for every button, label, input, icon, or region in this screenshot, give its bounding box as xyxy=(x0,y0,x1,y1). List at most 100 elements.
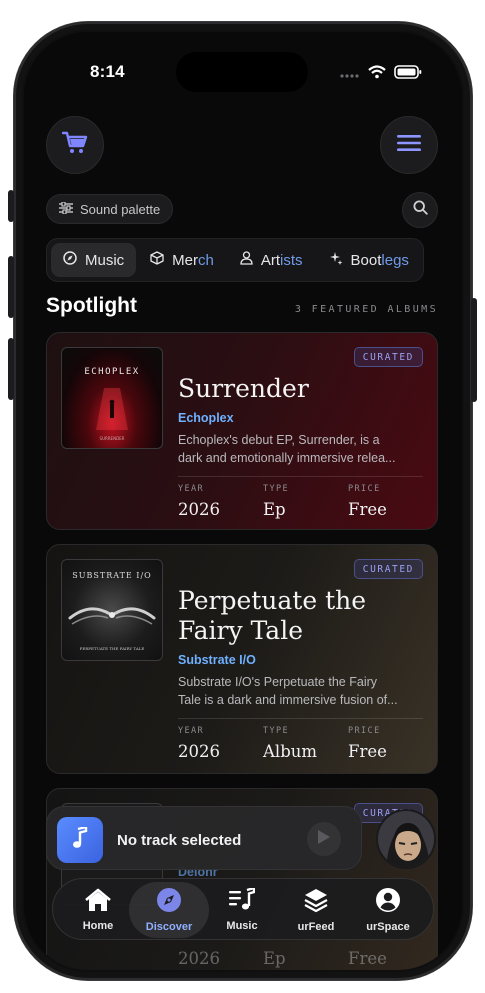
meta-year: 2026 xyxy=(178,943,220,968)
album-cover-surrender: ECHOPLEX SURRENDER xyxy=(61,347,163,449)
meta-label: TYPE xyxy=(263,726,290,736)
now-playing-text: No track selected xyxy=(117,832,242,849)
tab-discover[interactable]: Discover xyxy=(129,882,209,938)
sound-palette-label: Sound palette xyxy=(80,201,161,217)
meta-divider xyxy=(178,718,423,719)
music-list-icon xyxy=(229,886,256,917)
meta-price: Free xyxy=(348,943,387,968)
dynamic-island xyxy=(176,52,308,92)
meta-price: PRICE Free xyxy=(348,726,387,761)
battery-icon xyxy=(394,65,422,84)
desc-line: Substrate I/O's Perpetuate the Fairy xyxy=(178,675,378,689)
cart-button[interactable] xyxy=(46,116,104,174)
sparkle-icon xyxy=(329,251,343,269)
meta-value: 2026 xyxy=(178,500,220,519)
meta-value: Free xyxy=(348,742,387,761)
tab-urspace-label: urSpace xyxy=(366,921,410,933)
tab-urfeed[interactable]: urFeed xyxy=(279,879,353,941)
home-icon xyxy=(84,888,112,917)
album-cover-perpetuate: SUBSTRATE I/O PERPETUATE THE FAIRY TALE xyxy=(61,559,163,661)
tab-music-nav[interactable]: Music xyxy=(205,879,279,941)
tab-bootlegs-label: Bootlegs xyxy=(350,251,409,269)
phone-volume-down xyxy=(8,338,14,400)
sound-palette-button[interactable]: Sound palette xyxy=(46,194,174,224)
cover-logo-text: ECHOPLEX xyxy=(84,367,139,377)
signal-icon xyxy=(340,66,360,84)
tab-artists-label: Artists xyxy=(260,251,303,269)
compass-icon xyxy=(63,251,77,269)
meta-label: YEAR xyxy=(178,726,205,736)
meta-price: PRICE Free xyxy=(348,484,387,519)
desc-line: Tale is a dark and immersive fusion of..… xyxy=(178,693,398,707)
meta-divider xyxy=(178,476,423,477)
menu-icon xyxy=(397,134,421,156)
tab-merch[interactable]: Merch xyxy=(138,243,226,277)
album-card-surrender[interactable]: ECHOPLEX SURRENDER CURATED Surrender Ech… xyxy=(46,332,438,530)
box-icon xyxy=(150,251,164,269)
tab-music-label: Music xyxy=(85,251,125,269)
meta-value: Ep xyxy=(263,949,286,968)
meta-value: Free xyxy=(348,500,387,519)
desc-line: dark and emotionally immersive relea... xyxy=(178,451,396,465)
tab-urspace[interactable]: urSpace xyxy=(351,879,425,941)
cart-icon xyxy=(61,131,88,160)
album-description: Echoplex's debut EP, Surrender, is a dar… xyxy=(178,431,426,467)
tab-urfeed-label: urFeed xyxy=(297,921,335,933)
spotlight-title: Spotlight xyxy=(46,294,137,317)
meta-type: TYPE Ep xyxy=(263,484,289,519)
album-title: Perpetuate the Fairy Tale xyxy=(178,586,366,646)
tab-music[interactable]: Music xyxy=(51,243,137,277)
menu-button[interactable] xyxy=(380,116,438,174)
search-button[interactable] xyxy=(402,192,438,228)
app-screen: 8:14 Sound palette Music Merch Artists B… xyxy=(24,32,462,970)
curated-badge: CURATED xyxy=(353,347,423,367)
meta-value: Album xyxy=(263,742,318,761)
curated-badge: CURATED xyxy=(353,559,423,579)
album-artist[interactable]: Substrate I/O xyxy=(178,653,256,667)
album-title-line: Perpetuate the xyxy=(178,586,367,615)
bottom-tab-bar: Home Discover Music urFeed urSpace xyxy=(52,878,434,940)
album-title: Surrender xyxy=(178,374,309,403)
tab-bootlegs[interactable]: Bootlegs xyxy=(317,243,421,277)
meta-label: PRICE xyxy=(348,484,381,494)
layers-icon xyxy=(303,887,329,918)
meta-label: PRICE xyxy=(348,726,381,736)
search-icon xyxy=(412,200,428,220)
meta-value: Ep xyxy=(263,500,286,519)
sliders-icon xyxy=(59,200,73,217)
now-playing-artwork xyxy=(57,817,103,863)
tab-discover-label: Discover xyxy=(145,921,193,933)
tab-merch-label: Merch xyxy=(172,251,214,269)
status-time: 8:14 xyxy=(90,62,125,81)
meta-value: Free xyxy=(348,949,387,968)
cover-subtitle: PERPETUATE THE FAIRY TALE xyxy=(80,646,145,651)
meta-value: 2026 xyxy=(178,949,220,968)
phone-volume-up xyxy=(8,256,14,318)
album-artist[interactable]: Echoplex xyxy=(178,411,234,425)
tab-home[interactable]: Home xyxy=(61,879,135,941)
meta-year: YEAR 2026 xyxy=(178,726,220,761)
meta-year: YEAR 2026 xyxy=(178,484,220,519)
phone-silent-switch xyxy=(8,190,14,222)
now-playing-bar[interactable]: No track selected xyxy=(46,806,362,870)
compass-icon xyxy=(156,887,182,918)
music-note-icon xyxy=(72,824,88,854)
meta-value: 2026 xyxy=(178,742,220,761)
album-card-perpetuate[interactable]: SUBSTRATE I/O PERPETUATE THE FAIRY TALE … xyxy=(46,544,438,774)
play-icon xyxy=(317,829,331,850)
person-icon xyxy=(240,251,253,269)
tab-artists[interactable]: Artists xyxy=(228,243,315,277)
meta-label: YEAR xyxy=(178,484,205,494)
phone-power-button xyxy=(471,298,477,402)
album-description: Substrate I/O's Perpetuate the Fairy Tal… xyxy=(178,673,426,709)
spotlight-count: 3 FEATURED ALBUMS xyxy=(294,304,438,315)
wifi-icon xyxy=(368,65,386,84)
play-button[interactable] xyxy=(307,822,341,856)
status-icons xyxy=(340,65,422,84)
desc-line: Echoplex's debut EP, Surrender, is a xyxy=(178,433,380,447)
user-circle-icon xyxy=(375,887,401,918)
meta-label: TYPE xyxy=(263,484,290,494)
avatar[interactable] xyxy=(376,809,436,869)
meta-type: TYPE Album xyxy=(263,726,317,761)
cover-logo-text: SUBSTRATE I/O xyxy=(72,571,151,580)
